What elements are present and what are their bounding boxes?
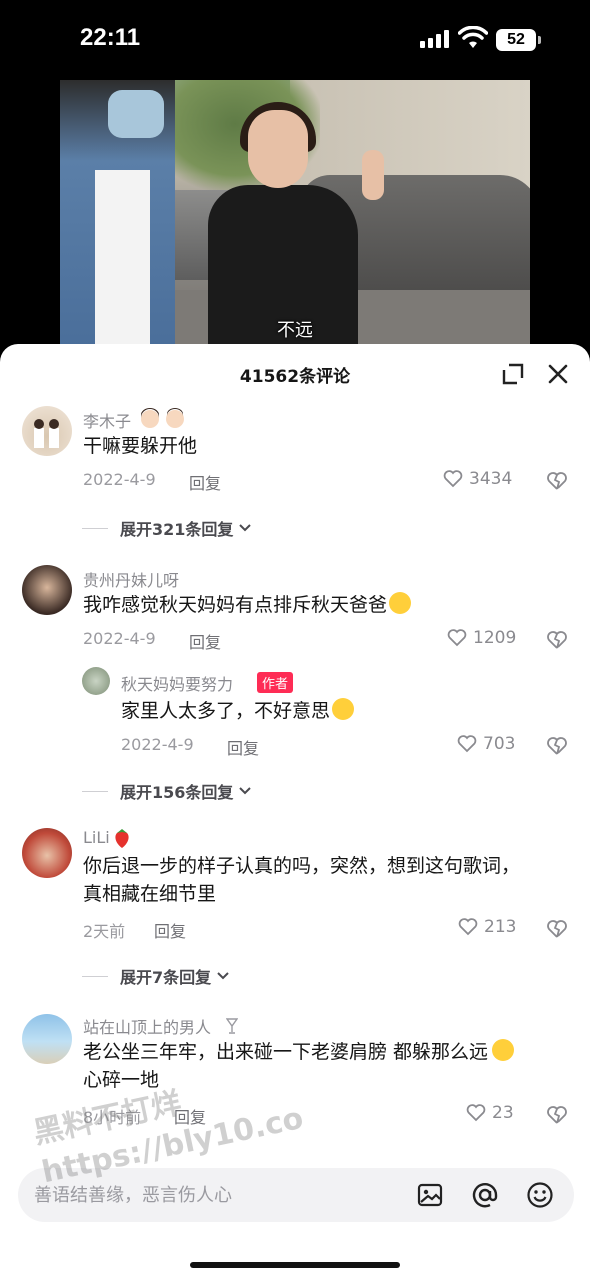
wifi-icon — [458, 26, 488, 48]
comment-item: 李木子 干嘛要躲开他 2022-4-9 回复 3434 展开321条回复 — [0, 404, 590, 544]
like-count: 23 — [492, 1103, 514, 1123]
avatar[interactable] — [22, 406, 72, 456]
expand-replies[interactable]: 展开7条回复 — [82, 964, 382, 988]
status-bar: 22:11 52 — [0, 0, 590, 80]
reply-button[interactable]: 回复 — [174, 1104, 206, 1128]
comment-item: 贵州丹妹儿呀 我咋感觉秋天妈妈有点排斥秋天爸爸 2022-4-9 回复 1209… — [0, 563, 590, 803]
broken-heart-icon[interactable] — [546, 735, 568, 757]
like-count: 213 — [484, 917, 517, 937]
comment-date: 8小时前 — [83, 1108, 142, 1127]
broken-heart-icon[interactable] — [546, 470, 568, 492]
heart-icon — [466, 1104, 486, 1122]
image-icon[interactable] — [416, 1181, 444, 1209]
reply-button[interactable]: 回复 — [154, 918, 186, 942]
avatar[interactable] — [82, 667, 110, 695]
expand-replies-label: 展开321条回复 — [120, 520, 234, 539]
reply-button[interactable]: 回复 — [189, 629, 221, 653]
chevron-down-icon — [239, 524, 252, 532]
comment-date: 2天前 — [83, 922, 126, 941]
heart-icon — [447, 629, 467, 647]
expand-replies-label: 展开156条回复 — [120, 783, 234, 802]
video-building — [290, 80, 530, 190]
avatar[interactable] — [22, 1014, 72, 1064]
comment-text-line: 老公坐三年牢，出来碰一下老婆肩膀 都躲那么远 — [83, 1038, 515, 1066]
comment-author[interactable]: 李木子 — [83, 408, 131, 432]
like-button[interactable]: 1209 — [447, 628, 516, 648]
reply-text: 家里人太多了，不好意思 — [121, 697, 355, 725]
laughing-tears-emoji-icon — [332, 698, 355, 720]
video-woman-face — [248, 110, 308, 188]
video-player[interactable]: 不远 — [60, 80, 530, 350]
author-badge: 作者 — [257, 672, 294, 693]
broken-heart-icon[interactable] — [546, 629, 568, 651]
video-subtitle: 不远 — [277, 320, 313, 341]
avatar-figures-icon — [34, 419, 59, 448]
comment-item: 站在山顶上的男人 老公坐三年牢，出来碰一下老婆肩膀 都躲那么远 心碎一地 8小时… — [0, 1012, 590, 1132]
cellular-signal-icon — [420, 30, 450, 48]
comment-item: LiLi 你后退一步的样子认真的吗，突然，想到这句歌词， 真相藏在细节里 2天前… — [0, 826, 590, 996]
comment-author[interactable]: 贵州丹妹儿呀 — [83, 567, 179, 591]
comment-text-line: 心碎一地 — [83, 1069, 160, 1091]
like-button[interactable]: 703 — [457, 734, 515, 754]
comment-input[interactable] — [34, 1168, 414, 1222]
status-time: 22:11 — [80, 24, 141, 51]
emoji-icon[interactable] — [526, 1181, 554, 1209]
expand-replies[interactable]: 展开156条回复 — [82, 779, 382, 803]
avatar[interactable] — [22, 828, 72, 878]
boy-emoji-icon — [166, 408, 184, 428]
expand-replies-label: 展开7条回复 — [120, 968, 212, 987]
comment-input-bar — [18, 1168, 574, 1222]
fullscreen-icon[interactable] — [500, 361, 526, 387]
reply-author[interactable]: 秋天妈妈要努力 — [121, 671, 233, 695]
comment-text: 我咋感觉秋天妈妈有点排斥秋天爸爸 — [83, 591, 412, 619]
like-count: 703 — [483, 734, 516, 754]
comment-author[interactable]: LiLi — [83, 828, 110, 847]
reply-button[interactable]: 回复 — [189, 470, 221, 494]
girl-emoji-icon — [141, 408, 159, 428]
heart-icon — [458, 918, 478, 936]
like-count: 1209 — [473, 628, 517, 648]
avatar[interactable] — [22, 565, 72, 615]
broken-heart-icon[interactable] — [546, 918, 568, 940]
comment-text-content: 老公坐三年牢，出来碰一下老婆肩膀 都躲那么远 — [83, 1041, 489, 1063]
like-button[interactable]: 213 — [458, 917, 516, 937]
comment-date: 2022-4-9 — [83, 629, 156, 648]
like-count: 3434 — [469, 469, 513, 489]
comment-text-content: 我咋感觉秋天妈妈有点排斥秋天爸爸 — [83, 594, 388, 616]
strawberry-emoji-icon — [115, 829, 129, 848]
home-indicator[interactable] — [190, 1262, 400, 1268]
comment-date: 2022-4-9 — [83, 470, 156, 489]
heart-icon — [457, 735, 477, 753]
like-button[interactable]: 3434 — [443, 469, 512, 489]
heart-icon — [443, 470, 463, 488]
comment-text-line: 真相藏在细节里 — [83, 883, 217, 905]
reply-button[interactable]: 回复 — [227, 735, 259, 759]
reply-text-content: 家里人太多了，不好意思 — [121, 700, 331, 722]
grinning-sweat-emoji-icon — [492, 1039, 515, 1061]
like-button[interactable]: 23 — [466, 1103, 514, 1123]
video-woman-hand — [362, 150, 384, 200]
comment-author[interactable]: 站在山顶上的男人 — [83, 1014, 211, 1038]
battery-icon: 52 — [496, 29, 541, 51]
comment-text-line: 你后退一步的样子认真的吗，突然，想到这句歌词， — [83, 855, 521, 877]
mention-icon[interactable] — [471, 1181, 499, 1209]
reply-date: 2022-4-9 — [121, 735, 194, 754]
expand-replies[interactable]: 展开321条回复 — [82, 516, 382, 540]
cocktail-emoji-icon — [226, 1018, 238, 1034]
close-icon[interactable] — [544, 360, 572, 388]
broken-heart-icon[interactable] — [546, 1104, 568, 1126]
laughing-tears-emoji-icon — [389, 592, 412, 614]
chevron-down-icon — [217, 972, 229, 980]
chevron-down-icon — [239, 787, 252, 795]
video-face-mask — [108, 90, 164, 138]
comment-text: 干嘛要躲开他 — [83, 435, 198, 457]
